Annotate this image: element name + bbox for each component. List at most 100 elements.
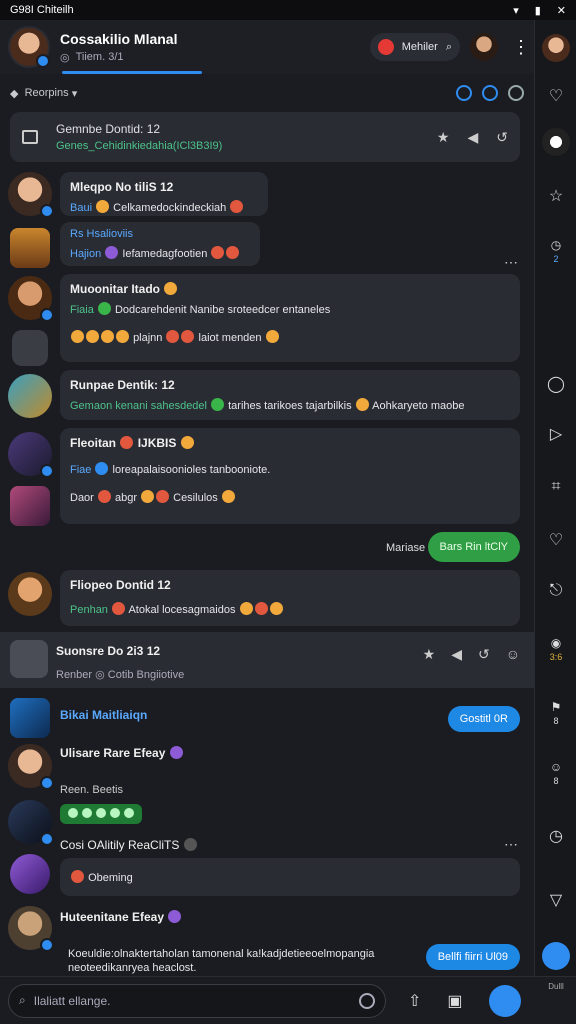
emoji-icon	[254, 602, 268, 615]
member-pill-button[interactable]: Mehiler ⌕	[369, 33, 460, 61]
emoji-icon	[183, 838, 197, 851]
sidebar-avatar[interactable]	[542, 34, 570, 62]
message-bubble[interactable]: Muoonitar Itado Fiaia Dodcarehdenit Nani…	[60, 274, 520, 362]
avatar[interactable]	[8, 744, 54, 790]
thumbnail-image[interactable]	[10, 698, 50, 738]
thumbnail-image[interactable]	[10, 486, 50, 526]
more-options-icon[interactable]: ⋮	[512, 37, 530, 58]
message-bubble[interactable]: Obeming	[60, 858, 520, 896]
message-text: Atokal locesagmaidos	[128, 604, 236, 616]
send-button[interactable]	[488, 984, 521, 1017]
star-outline-icon[interactable]: ☆	[535, 186, 576, 206]
emoji-icon	[181, 330, 195, 343]
avatar[interactable]	[8, 572, 52, 616]
sender-name: Runpae Dentik: 12	[70, 378, 175, 392]
mention-icon[interactable]	[456, 85, 472, 101]
pinned-message[interactable]: Suonsre Do 2i3 12 Renber ◎ Cotib Bngiiot…	[0, 632, 534, 688]
emoji-icon	[355, 398, 369, 411]
emoji-icon	[120, 436, 134, 449]
sidebar-avatar[interactable]	[542, 942, 570, 970]
avatar[interactable]	[8, 276, 54, 322]
sidebar-footer-label: Dulll	[548, 982, 564, 991]
filter-dropdown[interactable]: Reorpins	[25, 87, 69, 99]
attach-icon[interactable]: ⇧	[408, 991, 421, 1011]
thumbnail-image[interactable]	[10, 228, 50, 268]
close-icon[interactable]: ✕	[557, 4, 566, 17]
bell-icon[interactable]: ⚑ 8	[535, 700, 576, 726]
emoji-icon	[211, 398, 225, 411]
pinned-title: Gemnbe Dontid: 12	[56, 122, 161, 136]
user-icon[interactable]: ☺ 8	[535, 760, 576, 786]
emoji-icon	[226, 246, 240, 259]
shield-icon[interactable]: ◯	[535, 374, 576, 394]
list-item: Fliopeo Dontid 12 Penhan Atokal locesagm…	[0, 568, 534, 628]
message-bubble[interactable]: Runpae Dentik: 12 Gemaon kenani sahesded…	[60, 370, 520, 420]
chevron-down-icon[interactable]: ▾	[72, 87, 78, 100]
emoji-icon	[101, 330, 114, 343]
avatar[interactable]	[8, 26, 50, 68]
star-icon[interactable]: ★	[437, 129, 450, 146]
pinned-prefix: Genes_	[56, 140, 95, 152]
sidebar-count: 2	[553, 254, 559, 264]
avatar[interactable]	[10, 640, 48, 678]
message-bubble[interactable]: Fleoitan IJKBIS Fiae loreapalaisoonioles…	[60, 428, 520, 524]
action-button[interactable]: Gostitl 0R	[447, 706, 520, 732]
avatar[interactable]	[10, 854, 50, 894]
filter-bar: ◆ Reorpins ▾	[0, 78, 534, 108]
share-icon[interactable]: ⎋	[535, 582, 576, 600]
sender-name: Bikai Maitliaiqn	[60, 708, 148, 722]
timer-icon[interactable]: ◷	[535, 826, 576, 846]
star-icon[interactable]: ★	[423, 646, 436, 663]
outgoing-message[interactable]: Bars Rin ltClY	[427, 532, 520, 562]
message-text: Obeming	[88, 872, 133, 884]
avatar[interactable]	[8, 906, 54, 952]
avatar[interactable]	[8, 432, 54, 478]
emoji-icon	[230, 200, 244, 213]
reaction-pill[interactable]	[60, 804, 142, 824]
comment-icon[interactable]: ▷	[535, 424, 576, 444]
crop-icon[interactable]: ⌗	[535, 478, 576, 496]
message-bubble[interactable]: Fliopeo Dontid 12 Penhan Atokal locesagm…	[60, 570, 520, 626]
verified-badge-icon	[40, 204, 54, 218]
right-sidebar: ♡ ☆ ◷ 2 ◯ ▷ ⌗ ♡ ⎋ ◉ 3:6 ⚑ 8 ☺ 8 ◷ ▽ Dulll	[534, 20, 576, 991]
clock-icon[interactable]: ◷ 2	[535, 238, 576, 264]
list-item: Obeming	[0, 854, 534, 898]
info-icon[interactable]	[508, 85, 524, 101]
action-button[interactable]: Bellfi fiirri Ul09	[425, 944, 520, 970]
pinned-message[interactable]: Gemnbe Dontid: 12 Genes_Cehidinkiedahia(…	[10, 112, 520, 162]
search-icon[interactable]: ⌕	[446, 41, 452, 54]
gift-icon[interactable]: ▣	[447, 991, 462, 1011]
message-bubble[interactable]: Mleqpo No tiliS 12 Baui Celkamedockindec…	[60, 172, 268, 216]
avatar[interactable]	[8, 800, 54, 846]
sidebar-avatar[interactable]	[542, 128, 570, 156]
emoji-reaction-icon[interactable]: ☺	[506, 646, 520, 663]
more-icon[interactable]: ⋯	[504, 836, 518, 853]
reply-icon[interactable]: ↺	[478, 646, 490, 663]
tag-icon: ◆	[10, 87, 19, 100]
reply-icon[interactable]: ↺	[496, 129, 508, 146]
mute-icon[interactable]: ◀	[467, 129, 478, 146]
refresh-icon[interactable]	[482, 85, 498, 101]
avatar[interactable]	[8, 172, 54, 218]
message-text: loreapalaisoonioles tanbooniote.	[112, 464, 271, 476]
flag-icon[interactable]: ▽	[535, 890, 576, 910]
message-input[interactable]: ⌕ Ilaliatt ellange.	[8, 983, 386, 1018]
avatar[interactable]	[8, 374, 52, 418]
user-avatar[interactable]	[470, 33, 498, 61]
heart-icon[interactable]: ♡	[535, 86, 576, 106]
notification-icon[interactable]: ◉ 3:6	[535, 636, 576, 662]
battery-icon: ▮	[534, 4, 541, 17]
thumbnail-image[interactable]	[12, 330, 48, 366]
verified-badge-icon	[40, 308, 54, 322]
member-icon	[377, 39, 394, 55]
emoji-icon[interactable]	[359, 992, 375, 1009]
heart-outline-icon[interactable]: ♡	[535, 530, 576, 550]
emoji-icon	[71, 330, 84, 343]
chat-header: Cossakilio Mlanal ◎ Tiiem. 3/1 Mehiler ⌕ …	[0, 20, 534, 74]
list-item: Huteenitane Efeay Koeuldie:olnaktertahol…	[0, 902, 534, 974]
more-icon[interactable]: ⋯	[504, 254, 518, 271]
emoji-icon	[71, 870, 84, 883]
mute-icon[interactable]: ◀	[451, 646, 462, 663]
message-bubble[interactable]: Rs Hsalioviis Hajion Iefamedagfootien	[60, 222, 260, 266]
emoji-icon	[164, 282, 178, 295]
